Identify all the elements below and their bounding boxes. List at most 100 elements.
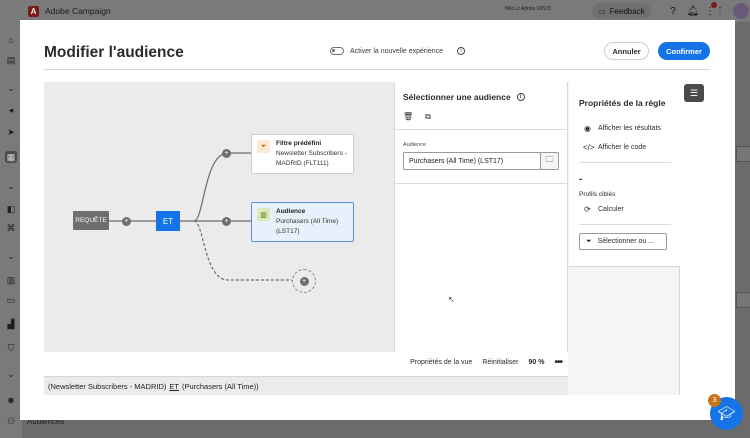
query-node[interactable]: REQUÊTE [73,211,109,230]
filter-icon: ⏷ [257,140,270,153]
reset-link[interactable]: Réinitialiser [482,359,518,366]
and-operator-node[interactable]: ET [156,211,180,231]
panel-title: Sélectionner une audience [403,92,511,102]
audience-icon: ▥ [257,208,270,221]
show-code-label: Afficher le code [598,144,647,151]
app-name: Adobe Campaign [45,6,111,16]
divider [579,224,671,225]
chevron-down-icon[interactable]: ⌄ [5,180,17,192]
brand[interactable]: A Adobe Campaign [28,5,111,17]
content-icon[interactable]: ◧ [5,203,17,215]
feedback-icon: ▭ [598,6,606,16]
divider [579,162,671,163]
select-or-label: Sélectionner ou ... [597,238,655,245]
panel-settings-button[interactable]: ☰ [684,84,704,102]
copy-icon[interactable]: ⧉ [425,112,431,122]
chevron-down-icon[interactable]: ⌄ [5,250,17,262]
info-icon[interactable]: i [457,47,465,55]
org-name[interactable]: Mild Lt Adobe 09523 [505,6,551,12]
select-or-button[interactable]: ⏷ Sélectionner ou ... [579,233,667,250]
confirm-button[interactable]: Confirmer [658,42,710,60]
expression-right: (Purchasers (All Time)) [181,381,259,391]
cancel-button[interactable]: Annuler [604,42,649,60]
eye-icon: ◉ [584,124,591,133]
card-line: Purchasers (All Time) [276,218,339,225]
info-icon[interactable]: i [516,93,525,101]
audiences-icon[interactable]: ⚇ [5,415,17,427]
feedback-button[interactable]: ▭ Feedback [592,3,651,19]
add-component-target[interactable]: + [292,269,316,293]
new-experience-toggle[interactable] [330,47,344,55]
card-line: Newsletter Subscribers - [276,150,347,157]
mouse-cursor-icon: ↖ [448,295,455,304]
audiences-nav-icon[interactable]: ▦ [5,151,17,163]
refresh-icon: ⟳ [584,205,591,214]
profiles-icon[interactable]: ☻ [5,394,17,406]
bell-icon[interactable]: 🔔︎ [686,4,700,18]
panel-toolbar: 🗑︎ ⧉ [403,112,431,122]
shield-icon[interactable]: ⛉ [5,342,17,354]
calculate-label: Calculer [598,206,624,213]
card-line: (LST17) [276,228,300,235]
calculate-button[interactable]: ⟳ Calculer [583,205,624,214]
chart-icon[interactable]: ▟ [5,318,17,330]
audience-field[interactable]: Purchasers (All Time) (LST17) [403,152,541,170]
card-title: Audience [276,208,306,215]
rule-builder-canvas[interactable]: REQUÊTE + ET + + ⏷ Filtre prédéfini News… [44,82,394,352]
funnel-icon: ⏷ [586,237,592,245]
home-icon[interactable]: ⌂ [5,34,17,46]
divider [395,129,569,130]
show-code-button[interactable]: </> Afficher le code [583,143,646,152]
browse-audience-button[interactable]: 🗀 [540,152,559,170]
show-results-label: Afficher les résultats [598,125,661,132]
expression-left: (Newsletter Subscribers - MADRID) [48,381,167,391]
chevron-down-icon[interactable]: ⌄ [5,82,17,94]
graduation-cap-icon: 🎓︎ [717,405,736,421]
edit-audience-dialog: Modifier l'audience Activer la nouvelle … [20,20,735,420]
select-audience-panel: Sélectionner une audience i 🗑︎ ⧉ Audienc… [394,82,569,352]
predefined-filter-card[interactable]: ⏷ Filtre prédéfini Newsletter Subscriber… [251,134,354,174]
help-badge: 3 [708,394,721,407]
add-node-button[interactable]: + [122,217,131,226]
zoom-level: 90 % [528,358,545,366]
dialog-title: Modifier l'audience [44,44,184,61]
folder-search-icon: 🗀 [545,155,554,164]
background-field [736,292,750,308]
canvas-footer: Propriétés de la vue Réinitialiser 90 % … [394,354,563,370]
adobe-logo-icon: A [28,5,39,17]
title-divider [44,69,710,70]
audience-card[interactable]: ▥ Audience Purchasers (All Time) (LST17) [251,202,354,242]
avatar[interactable] [733,3,749,19]
send-icon[interactable]: ➤ [5,126,17,138]
card-line: MADRID (FLT111) [276,160,329,167]
add-node-button[interactable]: + [222,149,231,158]
rule-expression: (Newsletter Subscribers - MADRID) ET (Pu… [44,376,568,395]
audience-field-label: Audience [403,142,426,148]
show-results-button[interactable]: ◉ Afficher les résultats [583,124,661,133]
add-node-button[interactable]: + [222,217,231,226]
view-properties-link[interactable]: Propriétés de la vue [410,359,472,366]
fragments-icon[interactable]: ⌘ [5,222,17,234]
divider [395,183,569,184]
profile-count: - [579,174,583,185]
panel-header: Sélectionner une audience i [403,92,525,102]
campaigns-icon[interactable]: ◂ [5,104,17,116]
targeted-profiles-label: Profils ciblés [579,191,616,198]
feedback-label: Feedback [609,6,645,16]
rule-properties-panel: Propriétés de la règle ◉ Afficher les ré… [568,82,680,395]
rule-properties-body: Propriétés de la règle ◉ Afficher les ré… [569,82,680,267]
more-options-button[interactable]: ••• [554,357,562,368]
chevron-down-icon[interactable]: ⌄ [5,368,17,380]
explorer-icon[interactable]: ▤ [5,54,17,66]
background-field [736,146,750,162]
expression-operator[interactable]: ET [169,382,179,391]
plus-icon: + [299,276,309,286]
delete-icon[interactable]: 🗑︎ [403,112,413,122]
rule-properties-title: Propriétés de la règle [579,98,666,108]
app-grid-icon[interactable]: ⋮⋮ [705,4,725,18]
help-icon[interactable]: ? [666,4,680,18]
reports-icon[interactable]: ▥ [5,274,17,286]
new-experience-label: Activer la nouvelle expérience [350,47,443,55]
folder-icon[interactable]: ▭ [5,294,17,306]
code-icon: </> [583,143,595,152]
